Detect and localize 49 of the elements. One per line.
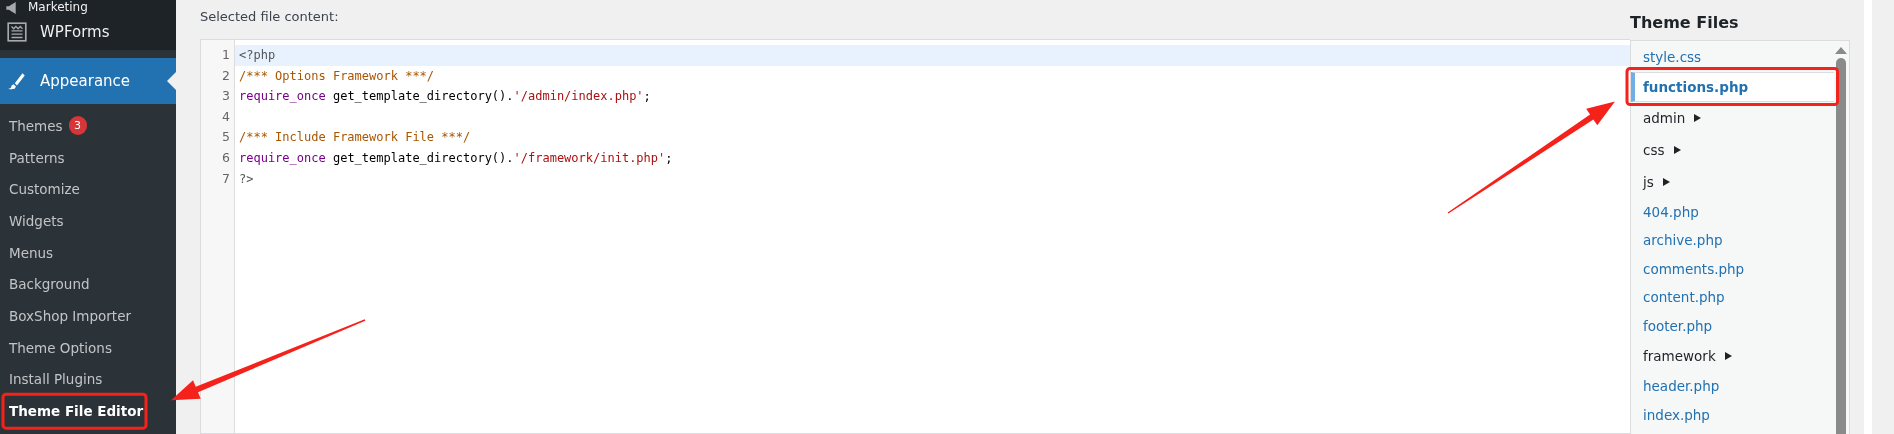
file-link[interactable]: content.php bbox=[1631, 283, 1834, 312]
folder-item[interactable]: css bbox=[1631, 133, 1834, 166]
code-line: /*** Include Framework File ***/ bbox=[239, 130, 471, 145]
line-number: 4 bbox=[221, 107, 230, 126]
submenu-item[interactable]: Background bbox=[0, 268, 176, 301]
code-line: require_once get_template_directory().'/framework/init.php'; bbox=[239, 150, 673, 165]
submenu-item[interactable]: Customize bbox=[0, 173, 176, 206]
code-line: /*** Options Framework ***/ bbox=[239, 68, 435, 83]
caret-icon bbox=[1693, 112, 1702, 123]
folder-item[interactable]: js bbox=[1631, 165, 1834, 198]
menu-item[interactable]: Appearance bbox=[0, 58, 176, 104]
caret-icon bbox=[1672, 144, 1681, 155]
megaphone-icon bbox=[6, 2, 16, 14]
file-link[interactable]: comments.php bbox=[1631, 254, 1834, 283]
submenu-item[interactable]: Theme Options bbox=[0, 331, 176, 364]
file-link[interactable]: footer.php bbox=[1631, 311, 1834, 340]
paintbrush-icon bbox=[6, 70, 28, 92]
panel-heading: Theme Files bbox=[1630, 12, 1740, 34]
submenu-item[interactable]: Theme File Editor bbox=[6, 397, 143, 426]
submenu-item[interactable]: Themes 3 bbox=[0, 110, 176, 142]
caret-icon bbox=[1723, 351, 1732, 361]
caret-icon bbox=[1661, 176, 1670, 187]
submenu-item[interactable]: Menus bbox=[0, 236, 176, 269]
file-link[interactable]: style.css bbox=[1631, 43, 1834, 72]
form-icon bbox=[6, 21, 28, 43]
file-link[interactable]: archive.php bbox=[1631, 226, 1834, 255]
line-number: 2 bbox=[221, 66, 230, 85]
line-number: 5 bbox=[221, 128, 230, 147]
file-link[interactable]: 404.php bbox=[1631, 197, 1834, 226]
code-line: <?php bbox=[239, 48, 276, 62]
code-line: ?> bbox=[239, 171, 254, 186]
file-link[interactable]: index.php bbox=[1631, 400, 1834, 429]
menu-item[interactable]: WPForms bbox=[0, 14, 176, 50]
count-badge: 3 bbox=[68, 116, 87, 136]
line-number: 3 bbox=[221, 87, 230, 106]
line-number: 1 bbox=[221, 46, 230, 64]
submenu-item[interactable]: Patterns bbox=[0, 141, 176, 174]
line-number: 6 bbox=[221, 148, 230, 167]
submenu-item[interactable]: BoxShop Importer bbox=[0, 300, 176, 332]
file-link[interactable]: header.php bbox=[1631, 372, 1834, 401]
folder-item[interactable]: framework bbox=[1631, 340, 1834, 372]
file-link[interactable]: functions.php bbox=[1631, 71, 1834, 102]
submenu-item[interactable]: Widgets bbox=[0, 205, 176, 237]
folder-item[interactable]: admin bbox=[1631, 101, 1834, 134]
line-number: 7 bbox=[221, 169, 230, 188]
code-line: require_once get_template_directory().'/admin/index.php'; bbox=[239, 89, 651, 104]
submenu-item[interactable]: Install Plugins bbox=[0, 363, 176, 396]
editor-label: Selected file content: bbox=[200, 8, 340, 26]
menu-item[interactable]: Marketing bbox=[0, 0, 176, 14]
